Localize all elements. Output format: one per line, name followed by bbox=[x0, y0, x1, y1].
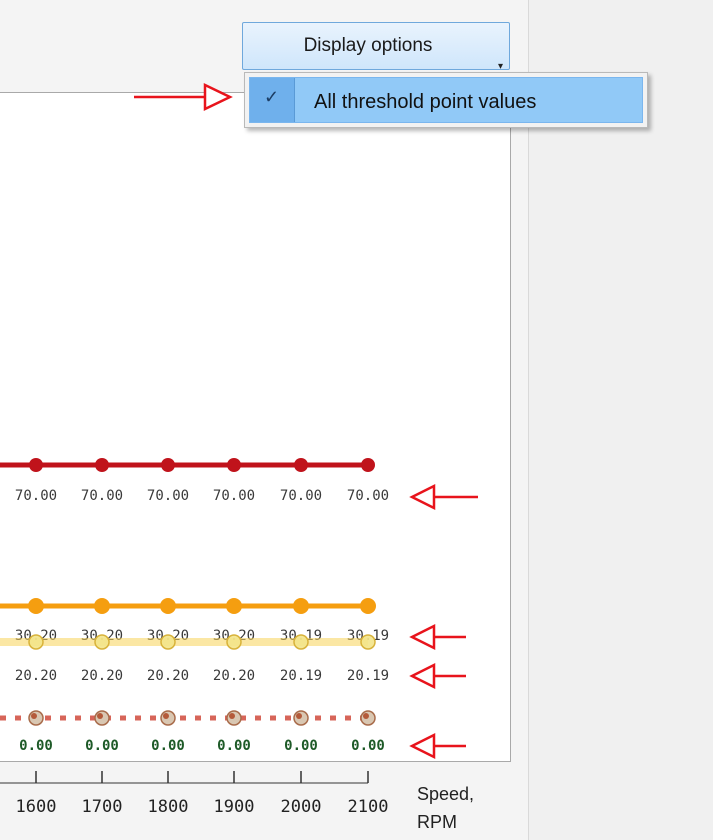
point-value-label: 20.20 bbox=[147, 668, 189, 684]
display-options-button[interactable]: Display options ▾ bbox=[242, 22, 510, 72]
point-value-label: 20.20 bbox=[15, 668, 57, 684]
series-point bbox=[226, 598, 242, 614]
x-tick-label: 1800 bbox=[148, 797, 189, 817]
checkmark-icon: ✓ bbox=[264, 87, 280, 107]
series-point bbox=[160, 598, 176, 614]
series-point-highlight bbox=[31, 713, 37, 719]
x-tick-label: 1700 bbox=[82, 797, 123, 817]
series-point bbox=[293, 634, 309, 650]
x-tick-label: 2000 bbox=[281, 797, 322, 817]
menu-item-label: All threshold point values bbox=[314, 91, 537, 113]
series-point bbox=[160, 634, 176, 650]
point-value-label: 0.00 bbox=[151, 738, 185, 754]
annotation-arrow-head-1 bbox=[409, 623, 436, 651]
display-options-label: Display options bbox=[303, 35, 433, 56]
series-point bbox=[226, 634, 242, 650]
annotation-arrow-head-2 bbox=[409, 662, 436, 690]
x-tick-label: 1600 bbox=[16, 797, 57, 817]
series-point bbox=[293, 598, 309, 614]
point-value-label: 0.00 bbox=[85, 738, 119, 754]
point-value-label: 20.19 bbox=[280, 668, 322, 684]
point-value-label: 20.19 bbox=[347, 668, 389, 684]
x-axis-title-unit: RPM bbox=[417, 812, 457, 832]
series-point bbox=[294, 458, 308, 472]
series-point-highlight bbox=[163, 713, 169, 719]
check-column: ✓ bbox=[250, 78, 295, 122]
series-point bbox=[360, 598, 376, 614]
point-value-label: 0.00 bbox=[217, 738, 251, 754]
point-value-label: 70.00 bbox=[147, 488, 189, 504]
series-point bbox=[94, 598, 110, 614]
x-tick-label: 1900 bbox=[214, 797, 255, 817]
series-point bbox=[28, 634, 44, 650]
point-value-label: 0.00 bbox=[19, 738, 53, 754]
series-point bbox=[161, 458, 175, 472]
point-value-label: 70.00 bbox=[347, 488, 389, 504]
x-tick-label: 2100 bbox=[348, 797, 389, 817]
annotation-arrow-head-3 bbox=[409, 732, 436, 760]
point-value-label: 70.00 bbox=[280, 488, 322, 504]
annotation-arrow-head-0 bbox=[409, 483, 436, 511]
point-value-label: 70.00 bbox=[81, 488, 123, 504]
series-point bbox=[361, 458, 375, 472]
point-value-label: 70.00 bbox=[15, 488, 57, 504]
series-point bbox=[28, 598, 44, 614]
series-point bbox=[29, 458, 43, 472]
series-point bbox=[94, 634, 110, 650]
annotation-arrow-head-menu bbox=[203, 83, 233, 111]
display-options-menu: ✓ All threshold point values bbox=[244, 72, 648, 128]
point-value-label: 20.20 bbox=[81, 668, 123, 684]
point-value-label: 70.00 bbox=[213, 488, 255, 504]
series-point-highlight bbox=[363, 713, 369, 719]
series-point-highlight bbox=[97, 713, 103, 719]
point-value-label: 0.00 bbox=[351, 738, 385, 754]
series-point bbox=[360, 634, 376, 650]
menu-item-all-threshold-point-values[interactable]: ✓ All threshold point values bbox=[249, 77, 643, 123]
x-axis-title: Speed, bbox=[417, 784, 474, 804]
point-value-label: 20.20 bbox=[213, 668, 255, 684]
point-value-label: 0.00 bbox=[284, 738, 318, 754]
series-point-highlight bbox=[296, 713, 302, 719]
series-point bbox=[95, 458, 109, 472]
series-point bbox=[227, 458, 241, 472]
series-point-highlight bbox=[229, 713, 235, 719]
